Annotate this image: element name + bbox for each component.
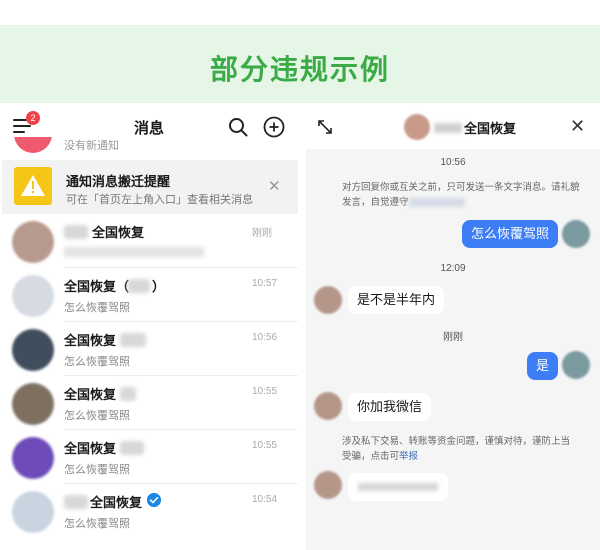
report-link[interactable]: 举报 bbox=[399, 451, 418, 462]
conversation-item[interactable]: 全国恢复 10:55 怎么恢覆驾照 bbox=[0, 430, 298, 484]
contact-avatar[interactable] bbox=[314, 392, 342, 420]
conversation-item[interactable]: 全国恢复 10:56 怎么恢覆驾照 bbox=[0, 322, 298, 376]
blurred-name bbox=[64, 225, 88, 239]
contact-avatar[interactable] bbox=[314, 286, 342, 314]
conversation-preview: 怎么恢覆驾照 bbox=[64, 302, 130, 314]
conversation-item[interactable]: 全国恢复（ ） 10:57 怎么恢覆驾照 bbox=[0, 268, 298, 322]
conversation-name: 全国恢复 bbox=[90, 495, 143, 510]
avatar bbox=[12, 221, 54, 263]
chat-timestamp: 12:09 bbox=[440, 263, 466, 274]
conversation-name-suffix: ） bbox=[152, 279, 166, 294]
conversation-item[interactable]: 全国恢复 刚刚 bbox=[0, 214, 298, 268]
add-icon[interactable] bbox=[263, 116, 285, 138]
notice-title: 通知消息搬迁提醒 bbox=[66, 174, 171, 189]
partial-list-item[interactable]: 没有新通知 bbox=[0, 137, 298, 157]
warning-icon bbox=[14, 167, 52, 205]
blurred-name bbox=[120, 333, 146, 347]
conversation-name: 全国恢复 bbox=[64, 441, 117, 456]
chat-panel: 全国恢复 ✕ 10:56 对方回复你或互关之前，只可发送一条文字消息。请礼貌 发… bbox=[306, 103, 600, 550]
system-notice-line: 发言，自觉遵守 bbox=[342, 195, 582, 210]
partial-item-text: 没有新通知 bbox=[64, 140, 119, 152]
system-notice-line: 对方回复你或互关之前，只可发送一条文字消息。请礼貌 bbox=[342, 182, 580, 193]
avatar bbox=[12, 329, 54, 371]
conversation-time: 10:55 bbox=[252, 440, 278, 451]
avatar bbox=[12, 437, 54, 479]
chat-header: 全国恢复 ✕ bbox=[306, 103, 600, 149]
conversation-preview: 怎么恢覆驾照 bbox=[64, 518, 130, 530]
conversation-preview: 怎么恢覆驾照 bbox=[64, 410, 130, 422]
blurred-name bbox=[128, 279, 150, 293]
verified-icon bbox=[147, 493, 161, 507]
system-notice-line: 涉及私下交易、转账等资金问题，谨慎对待，谨防上当 bbox=[342, 436, 571, 447]
contact-avatar[interactable] bbox=[314, 471, 342, 499]
avatar bbox=[12, 383, 54, 425]
avatar bbox=[12, 275, 54, 317]
chat-timestamp: 刚刚 bbox=[443, 332, 463, 343]
blurred-preview bbox=[64, 247, 204, 257]
outgoing-message[interactable]: 是 bbox=[527, 352, 559, 380]
conversation-name: 全国恢复 bbox=[92, 225, 145, 240]
notice-banner[interactable]: 通知消息搬迁提醒 可在「首页左上角入口」查看相关消息 ✕ bbox=[2, 160, 298, 214]
blurred-name bbox=[120, 441, 144, 455]
blurred-name bbox=[120, 387, 136, 401]
expand-icon[interactable] bbox=[317, 119, 333, 135]
system-notice-line: 受骗，点击可举报 bbox=[342, 449, 582, 464]
avatar bbox=[14, 137, 52, 153]
close-icon[interactable]: ✕ bbox=[570, 116, 585, 137]
page-title: 消息 bbox=[133, 120, 164, 137]
conversation-time: 10:55 bbox=[252, 386, 278, 397]
conversation-item[interactable]: 全国恢复 10:54 怎么恢覆驾照 bbox=[0, 484, 298, 538]
conversation-time: 刚刚 bbox=[252, 228, 272, 239]
conversation-preview: 怎么恢覆驾照 bbox=[64, 356, 130, 368]
blurred-link[interactable] bbox=[408, 197, 465, 207]
conversation-preview: 怎么恢覆驾照 bbox=[64, 464, 130, 476]
system-notice: 对方回复你或互关之前，只可发送一条文字消息。请礼貌 发言，自觉遵守 bbox=[342, 180, 582, 210]
incoming-message[interactable]: 是不是半年内 bbox=[348, 286, 445, 314]
incoming-message[interactable]: 你加我微信 bbox=[348, 393, 432, 421]
avatar[interactable] bbox=[404, 114, 430, 140]
system-notice-text: 发言，自觉遵守 bbox=[342, 197, 409, 208]
conversation-name: 全国恢复（ bbox=[64, 279, 130, 294]
my-avatar[interactable] bbox=[562, 220, 590, 248]
search-icon[interactable] bbox=[228, 117, 248, 137]
chat-title: 全国恢复 bbox=[464, 121, 517, 136]
conversation-name: 全国恢复 bbox=[64, 387, 117, 402]
blurred-message[interactable] bbox=[348, 473, 448, 501]
blurred-name bbox=[434, 123, 462, 133]
system-notice-text: 受骗，点击可 bbox=[342, 451, 400, 462]
outgoing-message[interactable]: 怎么恢覆驾照 bbox=[462, 220, 559, 248]
conversation-item[interactable]: 全国恢复 10:55 怎么恢覆驾照 bbox=[0, 376, 298, 430]
blurred-name bbox=[64, 495, 88, 509]
conversation-name: 全国恢复 bbox=[64, 333, 117, 348]
conversation-time: 10:57 bbox=[252, 278, 278, 289]
conversation-time: 10:56 bbox=[252, 332, 278, 343]
close-icon[interactable]: ✕ bbox=[268, 177, 281, 195]
chat-timestamp: 10:56 bbox=[440, 157, 466, 168]
conversation-time: 10:54 bbox=[252, 494, 278, 505]
my-avatar[interactable] bbox=[562, 351, 590, 379]
avatar bbox=[12, 491, 54, 533]
system-notice: 涉及私下交易、转账等资金问题，谨慎对待，谨防上当 受骗，点击可举报 bbox=[342, 434, 582, 464]
banner-title: 部分违规示例 bbox=[209, 53, 390, 86]
message-list-panel: 2 消息 没有新通知 通知消息搬迁提醒 可在「首页左上角入口」查看相关消息 ✕ … bbox=[0, 103, 298, 550]
notice-subtitle: 可在「首页左上角入口」查看相关消息 bbox=[66, 194, 253, 206]
